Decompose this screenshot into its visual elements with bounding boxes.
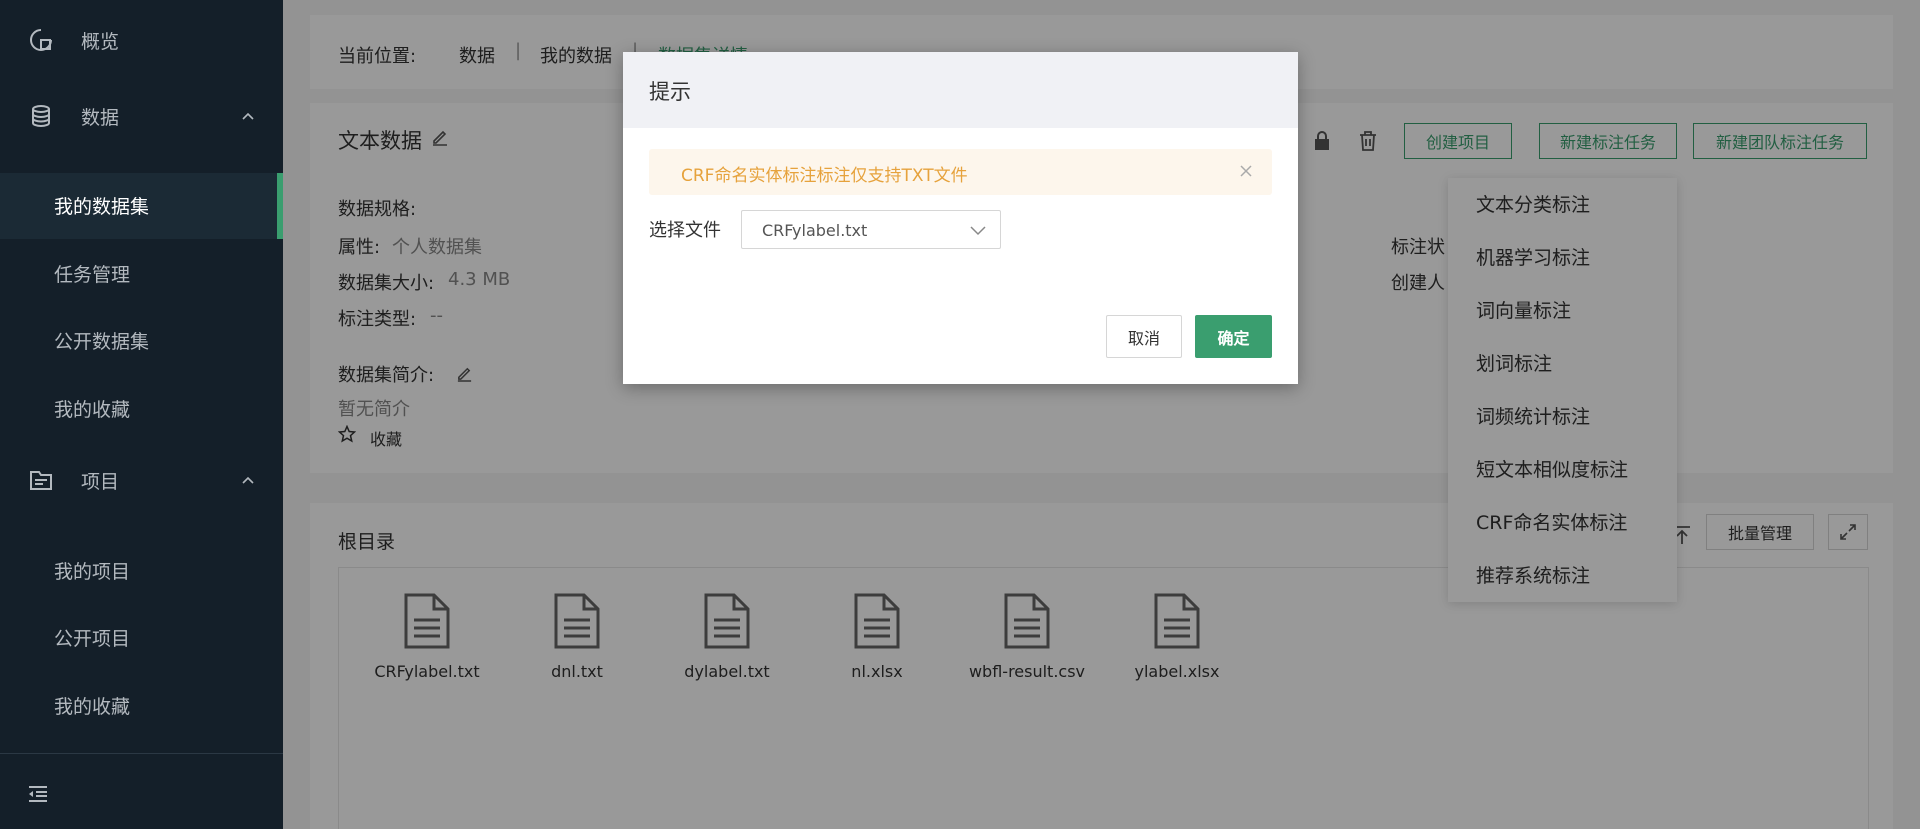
cancel-button[interactable]: 取消 [1106,315,1182,358]
database-icon [32,105,50,127]
sidebar-item-public-projects[interactable]: 公开项目 [54,624,130,651]
file-select-value: CRFylabel.txt [762,221,868,240]
dialog-header: 提示 [623,52,1298,128]
collapse-menu-icon[interactable] [27,783,49,805]
file-select[interactable]: CRFylabel.txt [741,210,1001,249]
select-file-label: 选择文件 [649,220,721,241]
alert-message: CRF命名实体标注标注仅支持TXT文件 [681,166,968,186]
confirm-button[interactable]: 确定 [1195,315,1272,358]
sidebar-overview-label: 概览 [81,30,120,53]
sidebar-divider [0,753,283,754]
sidebar-item-project-favorites[interactable]: 我的收藏 [54,692,130,719]
prompt-dialog: 提示 CRF命名实体标注标注仅支持TXT文件 选择文件 CRFylabel.tx… [623,52,1298,384]
sidebar-project-label: 项目 [81,470,120,493]
warning-alert: CRF命名实体标注标注仅支持TXT文件 [649,149,1272,195]
sidebar-data-label: 数据 [81,106,120,129]
chevron-up-icon [242,476,254,484]
chevron-down-icon [970,226,986,236]
close-icon[interactable] [1238,163,1254,179]
dialog-title: 提示 [649,80,691,104]
sidebar-group-project[interactable]: 项目 [0,462,283,498]
sidebar-item-my-projects[interactable]: 我的项目 [54,557,130,584]
sidebar-item-my-datasets[interactable]: 我的数据集 [54,192,149,219]
sidebar: 概览 数据 我的数据集 任务管理 公开数据集 我的收藏 项目 我的项目 公开项目… [0,0,283,829]
chevron-up-icon [242,112,254,120]
folder-icon [30,471,52,490]
sidebar-item-data-favorites[interactable]: 我的收藏 [54,395,130,422]
sidebar-item-public-datasets[interactable]: 公开数据集 [54,327,149,354]
sidebar-item-task-management[interactable]: 任务管理 [54,260,130,287]
sidebar-group-data[interactable]: 数据 [0,98,283,134]
dashboard-icon [30,29,52,51]
sidebar-item-overview[interactable]: 概览 [0,22,283,58]
